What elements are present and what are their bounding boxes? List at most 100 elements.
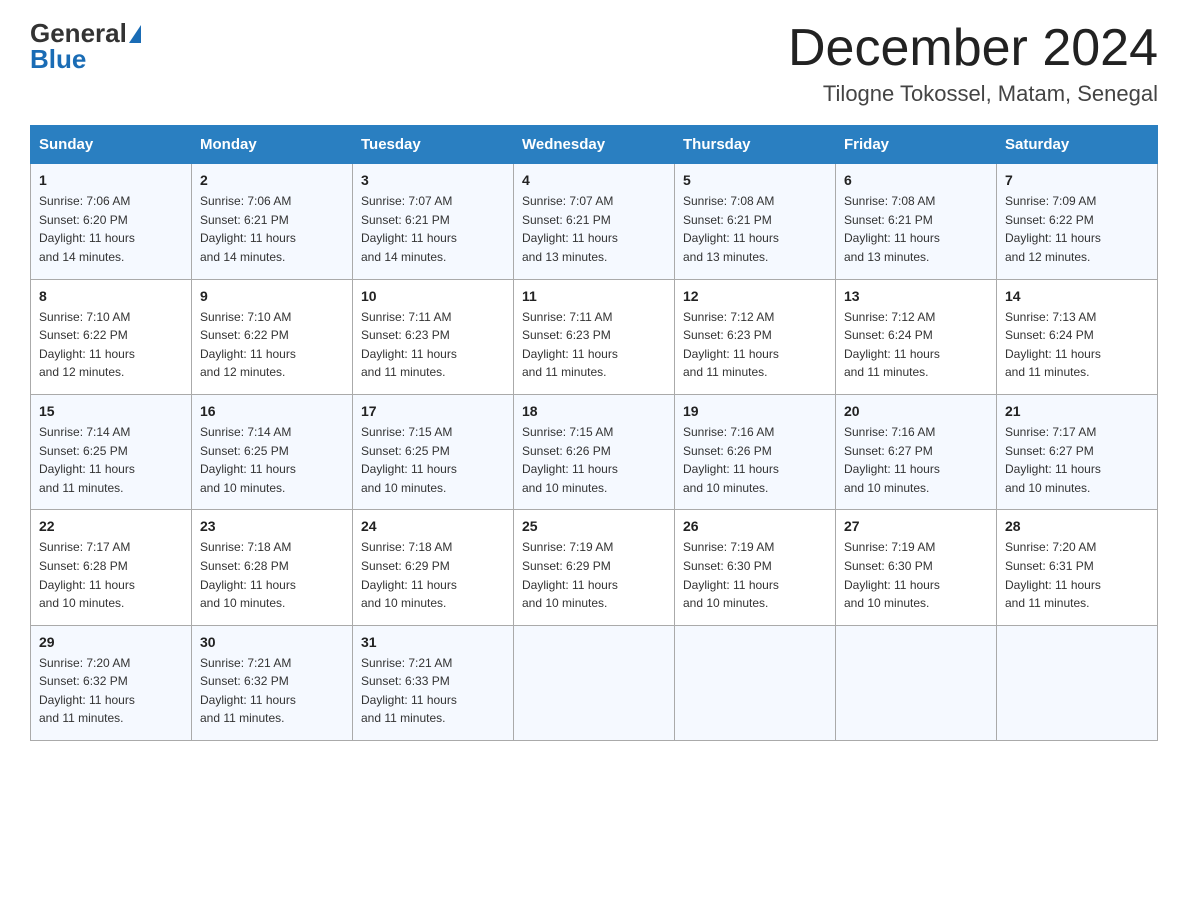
day-info: Sunrise: 7:09 AMSunset: 6:22 PMDaylight:… (1005, 192, 1149, 266)
day-number: 19 (683, 403, 827, 419)
day-info: Sunrise: 7:20 AMSunset: 6:32 PMDaylight:… (39, 654, 183, 728)
week-row-4: 22 Sunrise: 7:17 AMSunset: 6:28 PMDayligh… (31, 510, 1158, 625)
day-cell (675, 625, 836, 740)
day-cell: 21 Sunrise: 7:17 AMSunset: 6:27 PMDayligh… (997, 394, 1158, 509)
day-cell: 19Sunrise: 7:16 AMSunset: 6:26 PMDayligh… (675, 394, 836, 509)
day-info: Sunrise: 7:19 AMSunset: 6:30 PMDaylight:… (844, 538, 988, 612)
page-header: General Blue December 2024 Tilogne Tokos… (30, 20, 1158, 107)
day-number: 23 (200, 518, 344, 534)
day-cell: 2 Sunrise: 7:06 AMSunset: 6:21 PMDaylight… (192, 164, 353, 279)
day-cell: 3 Sunrise: 7:07 AMSunset: 6:21 PMDaylight… (353, 164, 514, 279)
day-number: 17 (361, 403, 505, 419)
col-header-sunday: Sunday (31, 126, 192, 164)
day-number: 15 (39, 403, 183, 419)
day-cell: 25 Sunrise: 7:19 AMSunset: 6:29 PMDayligh… (514, 510, 675, 625)
day-cell: 15 Sunrise: 7:14 AMSunset: 6:25 PMDayligh… (31, 394, 192, 509)
day-info: Sunrise: 7:20 AMSunset: 6:31 PMDaylight:… (1005, 538, 1149, 612)
day-cell (997, 625, 1158, 740)
day-cell: 30Sunrise: 7:21 AMSunset: 6:32 PMDayligh… (192, 625, 353, 740)
day-number: 9 (200, 288, 344, 304)
col-header-wednesday: Wednesday (514, 126, 675, 164)
logo-blue-text: Blue (30, 46, 86, 72)
day-number: 29 (39, 634, 183, 650)
day-cell: 1Sunrise: 7:06 AMSunset: 6:20 PMDaylight… (31, 164, 192, 279)
day-cell: 28 Sunrise: 7:20 AMSunset: 6:31 PMDayligh… (997, 510, 1158, 625)
day-cell: 18 Sunrise: 7:15 AMSunset: 6:26 PMDayligh… (514, 394, 675, 509)
day-info: Sunrise: 7:18 AMSunset: 6:29 PMDaylight:… (361, 538, 505, 612)
day-cell: 22 Sunrise: 7:17 AMSunset: 6:28 PMDayligh… (31, 510, 192, 625)
day-number: 22 (39, 518, 183, 534)
day-info: Sunrise: 7:08 AMSunset: 6:21 PMDaylight:… (844, 192, 988, 266)
day-number: 1 (39, 172, 183, 188)
day-cell: 26 Sunrise: 7:19 AMSunset: 6:30 PMDayligh… (675, 510, 836, 625)
day-info: Sunrise: 7:19 AMSunset: 6:29 PMDaylight:… (522, 538, 666, 612)
calendar-table: SundayMondayTuesdayWednesdayThursdayFrid… (30, 125, 1158, 741)
day-cell: 14Sunrise: 7:13 AMSunset: 6:24 PMDayligh… (997, 279, 1158, 394)
day-info: Sunrise: 7:19 AMSunset: 6:30 PMDaylight:… (683, 538, 827, 612)
day-info: Sunrise: 7:10 AMSunset: 6:22 PMDaylight:… (39, 308, 183, 382)
day-cell: 24Sunrise: 7:18 AMSunset: 6:29 PMDayligh… (353, 510, 514, 625)
day-info: Sunrise: 7:11 AMSunset: 6:23 PMDaylight:… (361, 308, 505, 382)
day-info: Sunrise: 7:21 AMSunset: 6:33 PMDaylight:… (361, 654, 505, 728)
week-row-1: 1Sunrise: 7:06 AMSunset: 6:20 PMDaylight… (31, 164, 1158, 279)
day-number: 13 (844, 288, 988, 304)
title-block: December 2024 Tilogne Tokossel, Matam, S… (788, 20, 1158, 107)
day-info: Sunrise: 7:14 AMSunset: 6:25 PMDaylight:… (200, 423, 344, 497)
month-year-title: December 2024 (788, 20, 1158, 77)
col-header-thursday: Thursday (675, 126, 836, 164)
day-number: 18 (522, 403, 666, 419)
logo-general-text: General (30, 20, 127, 46)
day-number: 28 (1005, 518, 1149, 534)
day-cell (514, 625, 675, 740)
day-number: 6 (844, 172, 988, 188)
day-cell: 8Sunrise: 7:10 AMSunset: 6:22 PMDaylight… (31, 279, 192, 394)
day-info: Sunrise: 7:14 AMSunset: 6:25 PMDaylight:… (39, 423, 183, 497)
week-row-5: 29 Sunrise: 7:20 AMSunset: 6:32 PMDayligh… (31, 625, 1158, 740)
day-info: Sunrise: 7:12 AMSunset: 6:24 PMDaylight:… (844, 308, 988, 382)
day-number: 2 (200, 172, 344, 188)
day-number: 31 (361, 634, 505, 650)
day-cell: 27 Sunrise: 7:19 AMSunset: 6:30 PMDayligh… (836, 510, 997, 625)
day-number: 26 (683, 518, 827, 534)
day-info: Sunrise: 7:10 AMSunset: 6:22 PMDaylight:… (200, 308, 344, 382)
day-number: 3 (361, 172, 505, 188)
day-cell: 9 Sunrise: 7:10 AMSunset: 6:22 PMDaylight… (192, 279, 353, 394)
day-cell: 23 Sunrise: 7:18 AMSunset: 6:28 PMDayligh… (192, 510, 353, 625)
day-cell: 31 Sunrise: 7:21 AMSunset: 6:33 PMDayligh… (353, 625, 514, 740)
day-info: Sunrise: 7:17 AMSunset: 6:28 PMDaylight:… (39, 538, 183, 612)
day-info: Sunrise: 7:17 AMSunset: 6:27 PMDaylight:… (1005, 423, 1149, 497)
logo: General Blue (30, 20, 141, 72)
day-cell: 13 Sunrise: 7:12 AMSunset: 6:24 PMDayligh… (836, 279, 997, 394)
day-number: 21 (1005, 403, 1149, 419)
day-info: Sunrise: 7:18 AMSunset: 6:28 PMDaylight:… (200, 538, 344, 612)
calendar-header-row: SundayMondayTuesdayWednesdayThursdayFrid… (31, 126, 1158, 164)
day-number: 20 (844, 403, 988, 419)
day-cell: 29 Sunrise: 7:20 AMSunset: 6:32 PMDayligh… (31, 625, 192, 740)
day-info: Sunrise: 7:07 AMSunset: 6:21 PMDaylight:… (361, 192, 505, 266)
day-number: 16 (200, 403, 344, 419)
day-info: Sunrise: 7:15 AMSunset: 6:25 PMDaylight:… (361, 423, 505, 497)
day-number: 12 (683, 288, 827, 304)
day-info: Sunrise: 7:06 AMSunset: 6:21 PMDaylight:… (200, 192, 344, 266)
day-cell: 5 Sunrise: 7:08 AMSunset: 6:21 PMDaylight… (675, 164, 836, 279)
col-header-monday: Monday (192, 126, 353, 164)
day-number: 7 (1005, 172, 1149, 188)
day-cell: 4Sunrise: 7:07 AMSunset: 6:21 PMDaylight… (514, 164, 675, 279)
day-info: Sunrise: 7:16 AMSunset: 6:27 PMDaylight:… (844, 423, 988, 497)
day-cell: 16 Sunrise: 7:14 AMSunset: 6:25 PMDayligh… (192, 394, 353, 509)
col-header-saturday: Saturday (997, 126, 1158, 164)
day-number: 10 (361, 288, 505, 304)
day-number: 11 (522, 288, 666, 304)
col-header-tuesday: Tuesday (353, 126, 514, 164)
day-info: Sunrise: 7:07 AMSunset: 6:21 PMDaylight:… (522, 192, 666, 266)
day-number: 25 (522, 518, 666, 534)
day-cell: 6 Sunrise: 7:08 AMSunset: 6:21 PMDaylight… (836, 164, 997, 279)
day-number: 5 (683, 172, 827, 188)
day-info: Sunrise: 7:08 AMSunset: 6:21 PMDaylight:… (683, 192, 827, 266)
week-row-3: 15 Sunrise: 7:14 AMSunset: 6:25 PMDayligh… (31, 394, 1158, 509)
day-number: 27 (844, 518, 988, 534)
day-info: Sunrise: 7:13 AMSunset: 6:24 PMDaylight:… (1005, 308, 1149, 382)
week-row-2: 8Sunrise: 7:10 AMSunset: 6:22 PMDaylight… (31, 279, 1158, 394)
day-info: Sunrise: 7:15 AMSunset: 6:26 PMDaylight:… (522, 423, 666, 497)
day-cell: 20 Sunrise: 7:16 AMSunset: 6:27 PMDayligh… (836, 394, 997, 509)
